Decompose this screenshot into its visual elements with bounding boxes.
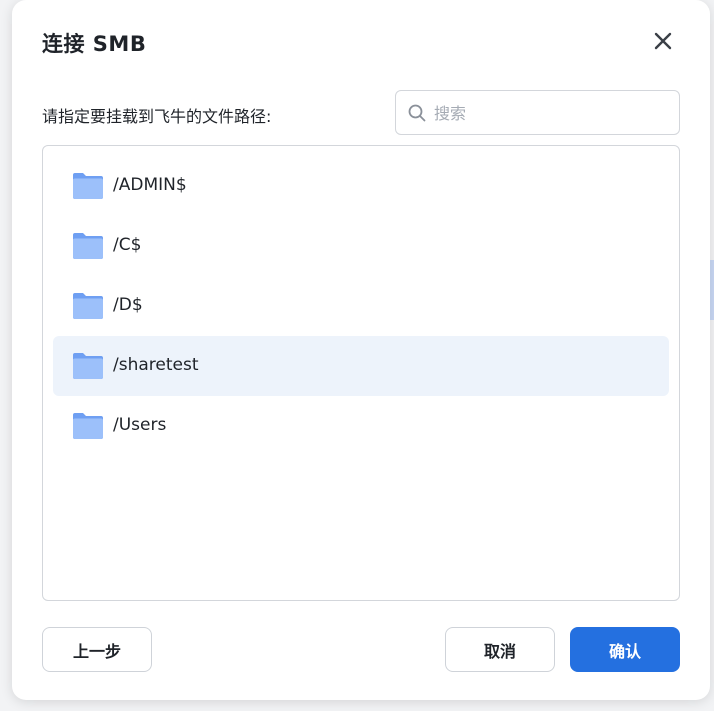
folder-icon — [73, 353, 103, 379]
path-prompt: 请指定要挂载到飞牛的文件路径: — [42, 107, 272, 126]
folder-label: /Users — [113, 415, 167, 435]
folder-row[interactable]: /sharetest — [53, 336, 669, 396]
smb-connect-dialog: 连接 SMB 请指定要挂载到飞牛的文件路径: /ADMIN$ /C$ /D$ /sha… — [12, 0, 710, 700]
dialog-title: 连接 SMB — [42, 32, 147, 56]
folder-row[interactable]: /C$ — [53, 216, 669, 276]
close-icon — [654, 32, 672, 50]
close-button[interactable] — [650, 28, 676, 54]
folder-label: /D$ — [113, 295, 143, 315]
prev-step-button[interactable]: 上一步 — [42, 627, 152, 672]
folder-label: /ADMIN$ — [113, 175, 187, 195]
folder-label: /sharetest — [113, 355, 199, 375]
search-box[interactable] — [395, 90, 680, 135]
cancel-button[interactable]: 取消 — [445, 627, 555, 672]
folder-row[interactable]: /D$ — [53, 276, 669, 336]
folder-row[interactable]: /ADMIN$ — [53, 156, 669, 216]
folder-list: /ADMIN$ /C$ /D$ /sharetest/Users — [42, 145, 680, 601]
folder-row[interactable]: /Users — [53, 396, 669, 456]
folder-icon — [73, 413, 103, 439]
folder-icon — [73, 293, 103, 319]
confirm-button[interactable]: 确认 — [570, 627, 680, 672]
folder-icon — [73, 173, 103, 199]
folder-icon — [73, 233, 103, 259]
search-input[interactable] — [434, 99, 669, 127]
search-icon — [408, 104, 426, 122]
folder-label: /C$ — [113, 235, 142, 255]
